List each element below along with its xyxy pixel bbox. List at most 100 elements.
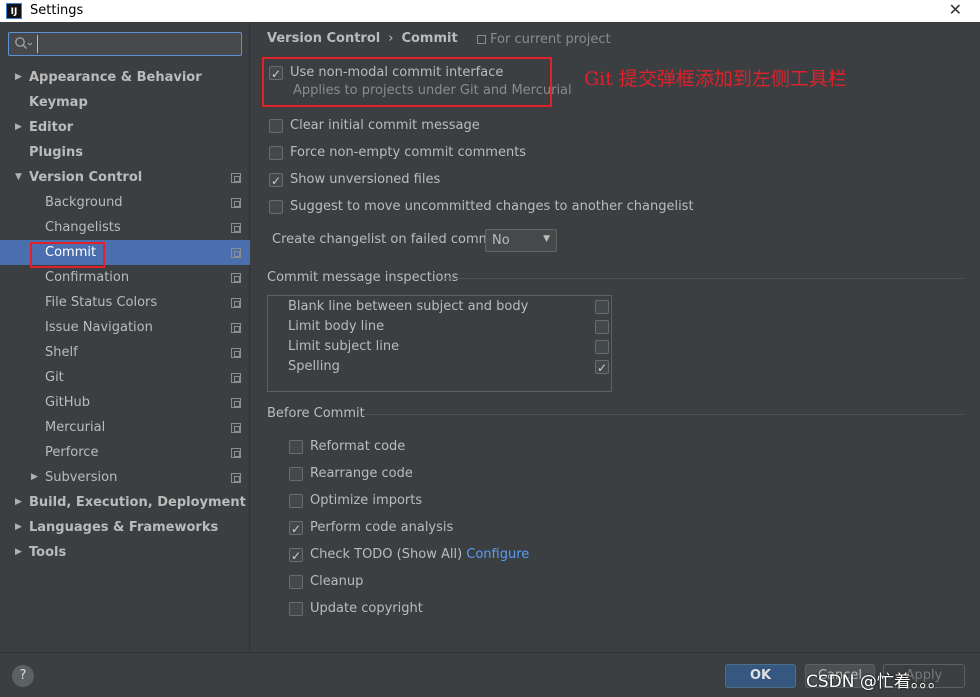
checkbox-label-text: Force non-empty commit comments: [290, 145, 527, 160]
project-scope-icon: [231, 448, 241, 458]
sidebar-item-git[interactable]: Git: [0, 365, 250, 390]
sidebar-item-label: Plugins: [29, 145, 83, 160]
chevron-right-icon[interactable]: ▶: [15, 540, 27, 565]
project-scope-icon: [231, 248, 241, 258]
checkbox-label-text: Perform code analysis: [310, 520, 454, 535]
changelist-combo-value: No: [492, 233, 510, 248]
sidebar-item-appearance-behavior[interactable]: ▶ Appearance & Behavior: [0, 65, 250, 90]
checkbox-checked[interactable]: [289, 546, 303, 566]
project-scope-text: For current project: [490, 32, 611, 47]
sidebar-item-shelf[interactable]: Shelf: [0, 340, 250, 365]
checkbox-checked[interactable]: [289, 519, 303, 539]
checkbox[interactable]: [269, 119, 283, 133]
sidebar-item-version-control[interactable]: ▼ Version Control: [0, 165, 250, 190]
inspection-row[interactable]: Spelling: [268, 357, 611, 378]
checkbox[interactable]: [289, 467, 303, 481]
sidebar-item-background[interactable]: Background: [0, 190, 250, 215]
inspection-row[interactable]: Limit body line: [268, 317, 611, 337]
inspection-label: Limit body line: [288, 319, 385, 334]
breadcrumb-separator: ›: [388, 31, 394, 46]
project-scope-icon: [231, 348, 241, 358]
help-icon[interactable]: ?: [12, 665, 34, 687]
checkbox[interactable]: [289, 440, 303, 454]
checkbox-label: Reformat code: [310, 437, 405, 457]
sidebar-item-editor[interactable]: ▶ Editor: [0, 115, 250, 140]
checkbox-label: Check TODO (Show All) Configure: [310, 545, 529, 565]
chevron-down-icon[interactable]: ▼: [15, 165, 27, 190]
checkbox-label-text: Rearrange code: [310, 466, 413, 481]
checkbox-label-text: Reformat code: [310, 439, 406, 454]
sidebar-item-plugins[interactable]: Plugins: [0, 140, 250, 165]
chevron-down-icon: ▼: [543, 234, 550, 244]
project-scope-icon: [231, 223, 241, 233]
ok-button[interactable]: OK: [725, 664, 796, 688]
sidebar-item-confirmation[interactable]: Confirmation: [0, 265, 250, 290]
inspection-label: Blank line between subject and body: [288, 299, 529, 314]
checkbox-label-text: Optimize imports: [310, 493, 423, 508]
checkbox-label-text: Update copyright: [310, 601, 423, 616]
sidebar-item-changelists[interactable]: Changelists: [0, 215, 250, 240]
configure-link[interactable]: Configure: [466, 547, 529, 562]
title-bar: IJ Settings ✕: [0, 0, 980, 22]
before-commit-title: Before Commit: [267, 406, 365, 421]
checkbox-label: Rearrange code: [310, 464, 413, 484]
checkbox-label-text: Suggest to move uncommitted changes to a…: [290, 199, 694, 214]
checkbox-checked[interactable]: [269, 64, 283, 84]
sidebar-item-label: Mercurial: [45, 420, 106, 435]
sidebar-item-perforce[interactable]: Perforce: [0, 440, 250, 465]
inspection-row[interactable]: Blank line between subject and body: [268, 297, 611, 317]
sidebar-item-label: Keymap: [29, 95, 88, 110]
checkbox[interactable]: [269, 146, 283, 160]
checkbox-label-text: Clear initial commit message: [290, 118, 480, 133]
checkbox-label-text: Cleanup: [310, 574, 364, 589]
settings-search[interactable]: [8, 32, 242, 56]
chevron-right-icon[interactable]: ▶: [31, 465, 43, 490]
chevron-right-icon[interactable]: ▶: [15, 115, 27, 140]
option-description: Applies to projects under Git and Mercur…: [293, 83, 572, 98]
chevron-right-icon[interactable]: ▶: [15, 65, 27, 90]
inspection-row[interactable]: Limit subject line: [268, 337, 611, 357]
checkbox-label: Optimize imports: [310, 491, 422, 511]
checkbox[interactable]: [595, 300, 609, 314]
sidebar-item-subversion[interactable]: ▶ Subversion: [0, 465, 250, 490]
project-scope-icon: [231, 298, 241, 308]
sidebar-item-label: Editor: [29, 120, 74, 135]
search-input[interactable]: [37, 35, 237, 53]
project-scope-icon: [231, 473, 241, 483]
breadcrumb-parent[interactable]: Version Control: [267, 31, 380, 46]
sidebar-item-languages-frameworks[interactable]: ▶ Languages & Frameworks: [0, 515, 250, 540]
window-title: Settings: [30, 3, 84, 18]
sidebar-item-github[interactable]: GitHub: [0, 390, 250, 415]
breadcrumb: Version Control › Commit: [267, 31, 458, 46]
inspections-list: Blank line between subject and body Limit…: [267, 295, 612, 392]
project-scope-icon: [231, 323, 241, 333]
checkbox[interactable]: [269, 200, 283, 214]
checkbox[interactable]: [595, 320, 609, 334]
checkbox[interactable]: [595, 340, 609, 354]
dialog-button-bar: ? OK Cancel Apply CSDN @忙着。。。: [0, 652, 980, 697]
sidebar-item-label: Git: [45, 370, 64, 385]
commit-highlight-box: [30, 242, 105, 268]
checkbox-label: Update copyright: [310, 599, 423, 619]
project-scope-icon: [231, 198, 241, 208]
checkbox[interactable]: [289, 602, 303, 616]
sidebar-item-file-status-colors[interactable]: File Status Colors: [0, 290, 250, 315]
close-icon[interactable]: ✕: [949, 0, 962, 19]
changelist-combo[interactable]: No ▼: [485, 229, 557, 252]
checkbox-checked[interactable]: [595, 358, 609, 378]
chevron-right-icon[interactable]: ▶: [15, 490, 27, 515]
checkbox[interactable]: [289, 494, 303, 508]
sidebar-item-issue-navigation[interactable]: Issue Navigation: [0, 315, 250, 340]
sidebar-item-keymap[interactable]: Keymap: [0, 90, 250, 115]
sidebar-item-tools[interactable]: ▶ Tools: [0, 540, 250, 565]
checkbox-label-text: Use non-modal commit interface: [290, 65, 504, 80]
sidebar-item-label: Background: [45, 195, 123, 210]
changelist-combo-label: Create changelist on failed commit:: [272, 232, 505, 247]
sidebar-item-label: Languages & Frameworks: [29, 520, 219, 535]
chevron-right-icon[interactable]: ▶: [15, 515, 27, 540]
sidebar-item-mercurial[interactable]: Mercurial: [0, 415, 250, 440]
sidebar-item-build-execution-deployment[interactable]: ▶ Build, Execution, Deployment: [0, 490, 250, 515]
checkbox[interactable]: [289, 575, 303, 589]
checkbox-checked[interactable]: [269, 171, 283, 191]
project-scope-icon: [231, 173, 241, 183]
